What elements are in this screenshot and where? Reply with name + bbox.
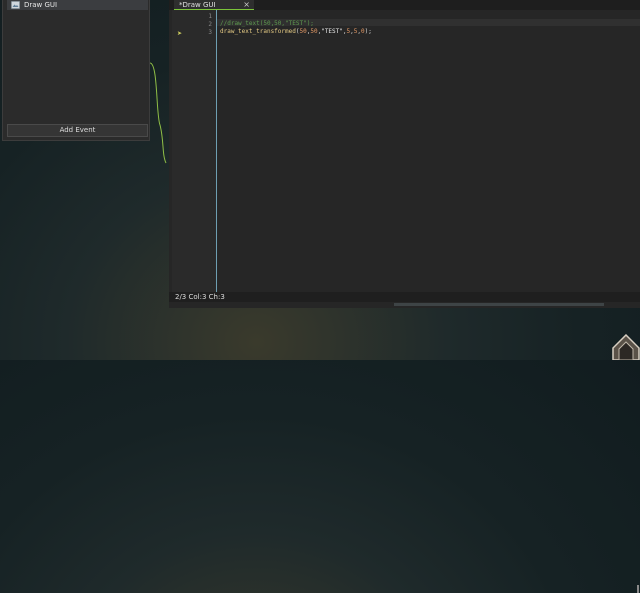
cursor-position: 2/3 Col:3 Ch:3 bbox=[175, 293, 225, 301]
code-text-area[interactable]: //draw_text(50,50,"TEST"); draw_text_tra… bbox=[217, 10, 640, 292]
events-panel: Draw GUI Add Event bbox=[2, 0, 150, 141]
status-bar: 2/3 Col:3 Ch:3 bbox=[169, 292, 640, 593]
line-number: 3 bbox=[208, 29, 212, 36]
horizontal-scrollbar[interactable] bbox=[394, 303, 604, 306]
code-string: "TEST" bbox=[321, 28, 343, 35]
tab-strip: *Draw GUI × bbox=[169, 0, 640, 10]
connector-wire bbox=[149, 62, 167, 164]
code-editor-window: *Draw GUI × ➤ 1 2 3 //draw_text(50,50,"T… bbox=[169, 0, 640, 593]
code-number: 50 bbox=[299, 28, 307, 35]
current-line-marker-icon: ➤ bbox=[177, 30, 183, 37]
tab-draw-gui[interactable]: *Draw GUI × bbox=[174, 0, 254, 10]
tab-label: *Draw GUI bbox=[179, 0, 216, 9]
code-line-3: draw_text_transformed(50,50,"TEST",5,5,0… bbox=[220, 28, 372, 35]
code-number: 50 bbox=[310, 28, 318, 35]
close-icon[interactable]: × bbox=[243, 0, 250, 9]
line-number: 2 bbox=[208, 21, 212, 28]
add-event-button[interactable]: Add Event bbox=[7, 124, 148, 137]
draw-gui-icon bbox=[11, 1, 20, 9]
code-punct: ); bbox=[364, 28, 372, 35]
resize-grip[interactable] bbox=[637, 585, 639, 593]
code-line-2: //draw_text(50,50,"TEST"); bbox=[220, 20, 314, 27]
event-item-label: Draw GUI bbox=[24, 1, 58, 9]
event-item-draw-gui[interactable]: Draw GUI bbox=[7, 0, 148, 10]
code-comment: //draw_text(50,50,"TEST"); bbox=[220, 20, 314, 27]
line-number: 1 bbox=[208, 13, 212, 20]
code-function-name: draw_text_transformed bbox=[220, 28, 296, 35]
gamemaker-logo-icon bbox=[612, 334, 640, 360]
line-number-gutter: ➤ 1 2 3 bbox=[172, 10, 216, 292]
